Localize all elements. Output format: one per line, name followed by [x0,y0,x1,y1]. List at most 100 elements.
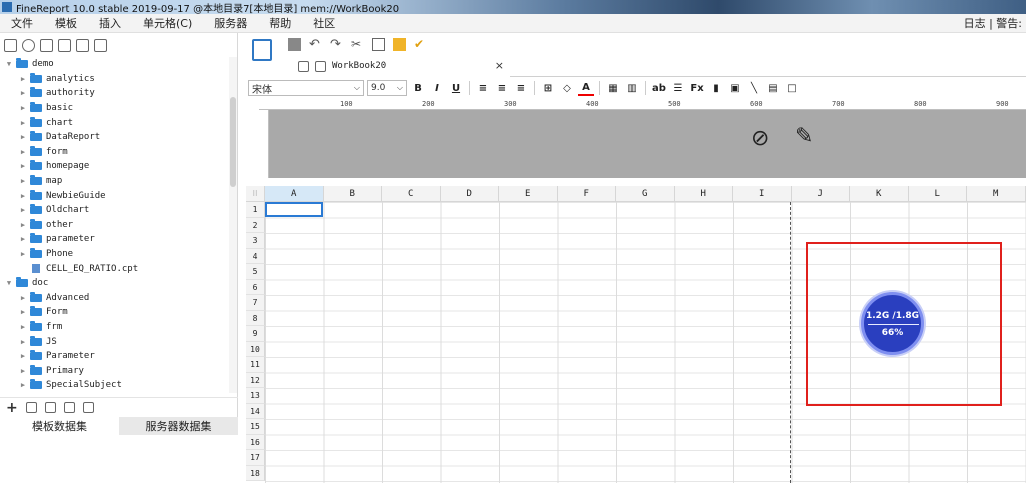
menu-community[interactable]: 社区 [302,15,346,31]
tab-template-dataset[interactable]: 模板数据集 [0,417,119,435]
row-header[interactable]: 12 [246,372,265,388]
column-header[interactable]: H [674,186,733,202]
rename-icon[interactable] [58,38,71,52]
tree-folder-item[interactable]: ▶ Parameter [0,349,238,364]
row-header[interactable]: 3 [246,233,265,249]
menu-template[interactable]: 模板 [44,15,88,31]
save-icon[interactable] [288,37,301,51]
font-color-icon[interactable]: A [578,80,594,96]
refresh-icon[interactable] [22,38,35,52]
tree-folder-item[interactable]: ▶ parameter [0,232,238,247]
row-header[interactable]: 6 [246,279,265,295]
tree-folder-item[interactable]: ▶ chart [0,115,238,130]
font-family-select[interactable]: 宋体 ⌵ [248,80,364,96]
collapse-arrow-icon[interactable]: ▶ [18,323,28,331]
collapse-arrow-icon[interactable]: ▶ [18,192,28,200]
collapse-arrow-icon[interactable]: ▶ [18,104,28,112]
insert-text-icon[interactable]: ab [651,80,667,96]
add-dataset-icon[interactable]: + [6,400,18,416]
log-warning-link[interactable]: 日志 | 警告: [964,15,1026,31]
tree-folder-item[interactable]: ▶ Advanced [0,291,238,306]
tree-folder-item[interactable]: ▶ frm [0,320,238,335]
tree-folder-item[interactable]: ▶ form [0,145,238,160]
tree-folder-item[interactable]: ▶ JS [0,334,238,349]
bold-button[interactable]: B [410,80,426,96]
italic-button[interactable]: I [429,80,445,96]
tree-folder-item[interactable]: ▶ Oldchart [0,203,238,218]
template-type-icon[interactable] [252,39,272,61]
selected-cell-a1[interactable] [265,202,323,217]
insert-image-icon[interactable]: ▣ [727,80,743,96]
column-header[interactable]: J [791,186,850,202]
menu-help[interactable]: 帮助 [258,15,302,31]
collapse-arrow-icon[interactable]: ▶ [18,294,28,302]
align-right-icon[interactable]: ≡ [513,80,529,96]
column-header[interactable]: F [557,186,616,202]
preview-dataset-icon[interactable] [63,402,75,413]
tree-scrollbar[interactable] [229,57,237,393]
collapse-arrow-icon[interactable]: ▶ [18,119,28,127]
menu-insert[interactable]: 插入 [88,15,132,31]
collapse-arrow-icon[interactable]: ▶ [18,367,28,375]
collapse-arrow-icon[interactable]: ▶ [18,381,28,389]
new-folder-icon[interactable] [4,38,17,52]
collapse-arrow-icon[interactable]: ▶ [18,133,28,141]
border-icon[interactable]: ⊞ [540,80,556,96]
row-header[interactable]: 15 [246,419,265,435]
insert-chart-icon[interactable]: ▮ [708,80,724,96]
align-left-icon[interactable]: ≡ [475,80,491,96]
row-header[interactable]: 7 [246,295,265,311]
row-header[interactable]: 17 [246,450,265,466]
tree-folder-item[interactable]: ▶ NewbieGuide [0,188,238,203]
tree-folder-item[interactable]: ▼ doc [0,276,238,291]
select-all-corner[interactable]: ⁝⁝ [246,186,265,202]
tree-folder-item[interactable]: ▶ Form [0,305,238,320]
eye-slash-icon[interactable]: ⊘ [751,126,769,151]
row-header[interactable]: 16 [246,434,265,450]
menu-server[interactable]: 服务器 [203,15,258,31]
merge-cells-icon[interactable]: ▦ [605,80,621,96]
tree-folder-item[interactable]: ▶ analytics [0,72,238,87]
column-header[interactable]: D [440,186,499,202]
tree-folder-item[interactable]: ▶ SpecialSubject [0,378,238,393]
tab-workbook[interactable]: WorkBook20 × [288,55,510,77]
collapse-arrow-icon[interactable]: ▶ [18,177,28,185]
collapse-all-icon[interactable] [94,38,107,52]
column-header[interactable]: L [908,186,967,202]
tree-folder-item[interactable]: ▶ Primary [0,363,238,378]
collapse-arrow-icon[interactable]: ▶ [18,89,28,97]
row-header[interactable]: 9 [246,326,265,342]
row-header[interactable]: 2 [246,217,265,233]
align-center-icon[interactable]: ≡ [494,80,510,96]
collapse-arrow-icon[interactable]: ▶ [18,338,28,346]
column-header[interactable]: K [850,186,909,202]
insert-slash-icon[interactable]: ╲ [746,80,762,96]
tab-server-dataset[interactable]: 服务器数据集 [119,417,238,435]
collapse-arrow-icon[interactable]: ▶ [18,308,28,316]
tree-folder-item[interactable]: ▶ Phone [0,247,238,262]
column-header[interactable]: E [499,186,558,202]
tree-folder-item[interactable]: ▶ basic [0,101,238,116]
tree-folder-item[interactable]: ▼ demo [0,57,238,72]
fill-color-icon[interactable]: ◇ [559,80,575,96]
collapse-arrow-icon[interactable]: ▶ [18,148,28,156]
report-header-area[interactable]: ⊘ ✎ [269,110,1026,178]
tree-folder-item[interactable]: ▶ map [0,174,238,189]
collapse-arrow-icon[interactable]: ▶ [18,206,28,214]
menu-file[interactable]: 文件 [0,15,44,31]
insert-formula-icon[interactable]: Fx [689,80,705,96]
row-header[interactable]: 8 [246,310,265,326]
column-header[interactable]: G [616,186,675,202]
close-tab-icon[interactable]: × [495,59,504,72]
redo-icon[interactable]: ↷ [330,38,343,51]
collapse-arrow-icon[interactable]: ▶ [18,250,28,258]
scrollbar-thumb[interactable] [230,97,236,187]
row-header[interactable]: 18 [246,465,265,481]
collapse-arrow-icon[interactable]: ▶ [18,75,28,83]
menu-cell[interactable]: 单元格(C) [132,15,203,31]
row-header[interactable]: 1 [246,202,265,218]
split-cells-icon[interactable]: ▥ [624,80,640,96]
column-header[interactable]: B [323,186,382,202]
column-header[interactable]: M [967,186,1026,202]
tree-folder-item[interactable]: ▶ authority [0,86,238,101]
